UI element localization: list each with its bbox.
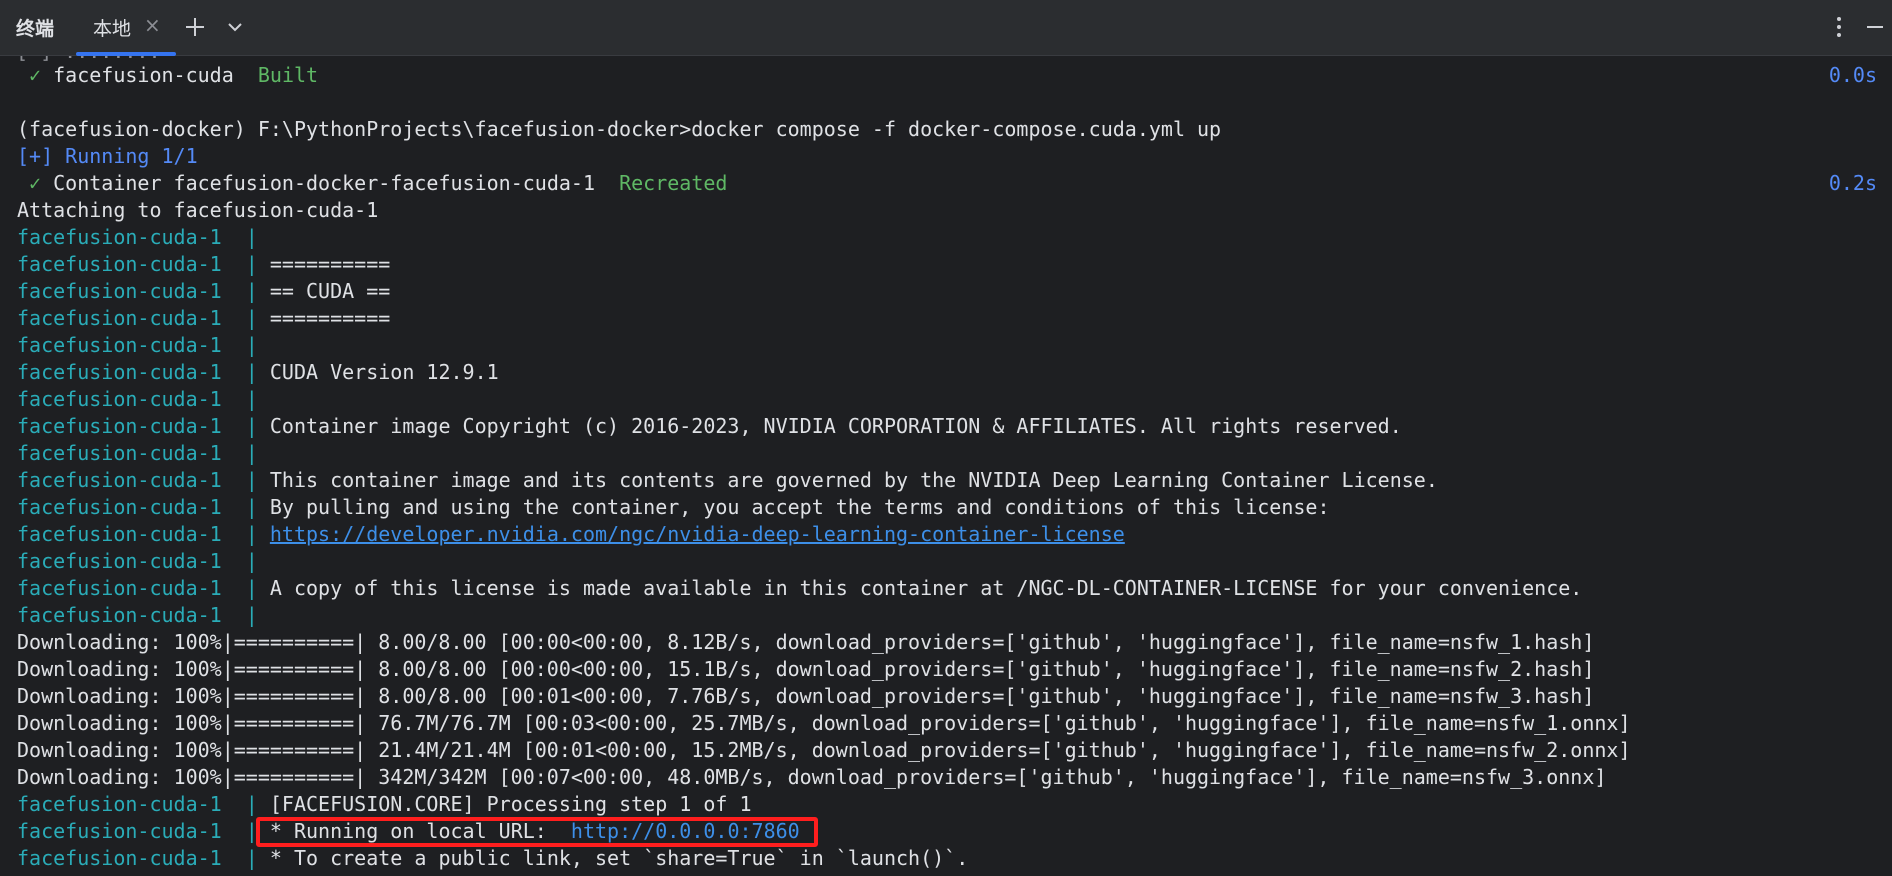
- container-name: Container facefusion-docker-facefusion-c…: [53, 171, 595, 195]
- log-prefix: facefusion-cuda-1 |: [17, 576, 270, 600]
- download-line: Downloading: 100%|==========| 8.00/8.00 …: [17, 684, 1595, 708]
- download-line: Downloading: 100%|==========| 21.4M/21.4…: [17, 738, 1631, 762]
- log-line: facefusion-cuda-1 | ==========: [17, 251, 1877, 278]
- log-line: facefusion-cuda-1 |: [17, 332, 1877, 359]
- log-prefix: facefusion-cuda-1 |: [17, 414, 270, 438]
- log-text: CUDA Version 12.9.1: [269, 360, 499, 384]
- log-line: facefusion-cuda-1 | https://developer.nv…: [17, 521, 1877, 548]
- log-line: facefusion-cuda-1 |: [17, 386, 1877, 413]
- new-tab-button[interactable]: [178, 10, 212, 44]
- download-line: Downloading: 100%|==========| 8.00/8.00 …: [17, 657, 1595, 681]
- log-text: A copy of this license is made available…: [269, 576, 1583, 600]
- log-text: [FACEFUSION.CORE] Processing step 1 of 1: [269, 792, 752, 816]
- log-prefix: facefusion-cuda-1 |: [17, 846, 270, 870]
- options-menu-button[interactable]: [1822, 10, 1856, 44]
- status-built: Built: [257, 63, 319, 87]
- log-text: == CUDA ==: [269, 279, 391, 303]
- log-text: ==========: [269, 306, 391, 330]
- built-line: ✓ facefusion-cuda Built 0.0s: [17, 62, 1877, 89]
- log-prefix: facefusion-cuda-1 |: [17, 468, 270, 492]
- duration: 0.2s: [1828, 171, 1877, 195]
- status-recreated: Recreated: [619, 171, 728, 195]
- log-prefix: facefusion-cuda-1 |: [17, 252, 270, 276]
- download-line: Downloading: 100%|==========| 342M/342M …: [17, 765, 1607, 789]
- log-text: * Running on local URL:: [269, 819, 571, 843]
- tab-local[interactable]: 本地 ×: [76, 0, 176, 56]
- tab-dropdown-button[interactable]: [218, 10, 252, 44]
- close-icon[interactable]: ×: [144, 13, 161, 37]
- terminal-lines: ✓ facefusion-cuda Built 0.0s (facefusion-…: [17, 62, 1877, 872]
- service-name: facefusion-cuda: [53, 63, 234, 87]
- log-line: facefusion-cuda-1 | [FACEFUSION.CORE] Pr…: [17, 791, 1877, 818]
- log-prefix: facefusion-cuda-1 |: [17, 522, 270, 546]
- log-prefix: facefusion-cuda-1 |: [17, 279, 270, 303]
- log-prefix: facefusion-cuda-1 |: [17, 603, 270, 627]
- log-prefix: facefusion-cuda-1 |: [17, 792, 270, 816]
- log-prefix: facefusion-cuda-1 |: [17, 441, 270, 465]
- check-icon: ✓: [29, 171, 42, 195]
- download-line: Downloading: 100%|==========| 8.00/8.00 …: [17, 630, 1595, 654]
- log-line: facefusion-cuda-1 | By pulling and using…: [17, 494, 1877, 521]
- minimize-icon: [1867, 26, 1883, 28]
- license-link[interactable]: https://developer.nvidia.com/ngc/nvidia-…: [270, 522, 1125, 546]
- local-url-line: facefusion-cuda-1 | * Running on local U…: [17, 818, 1877, 845]
- terminal-toolwindow-header: 终端 本地 ×: [0, 0, 1892, 56]
- minimize-button[interactable]: [1858, 10, 1892, 44]
- terminal-output[interactable]: [ ] ........ ✓ facefusion-cuda Built0.0s…: [0, 56, 1892, 876]
- log-text: * To create a public link, set `share=Tr…: [269, 846, 969, 870]
- more-vertical-icon: [1837, 17, 1841, 37]
- plus-icon: [186, 18, 204, 36]
- running-status: [+] Running 1/1: [17, 144, 198, 168]
- log-prefix: facefusion-cuda-1 |: [17, 225, 270, 249]
- check-icon: ✓: [29, 63, 42, 87]
- log-line: facefusion-cuda-1 | * To create a public…: [17, 845, 1877, 872]
- download-line: Downloading: 100%|==========| 76.7M/76.7…: [17, 711, 1631, 735]
- log-text: This container image and its contents ar…: [269, 468, 1438, 492]
- recreated-line: ✓ Container facefusion-docker-facefusion…: [17, 170, 1877, 197]
- log-prefix: facefusion-cuda-1 |: [17, 819, 270, 843]
- log-prefix: facefusion-cuda-1 |: [17, 360, 270, 384]
- log-prefix: facefusion-cuda-1 |: [17, 549, 270, 573]
- log-line: facefusion-cuda-1 | ==========: [17, 305, 1877, 332]
- log-prefix: facefusion-cuda-1 |: [17, 387, 270, 411]
- log-line: facefusion-cuda-1 | CUDA Version 12.9.1: [17, 359, 1877, 386]
- chevron-down-icon: [228, 23, 242, 32]
- log-line: facefusion-cuda-1 |: [17, 548, 1877, 575]
- log-line: facefusion-cuda-1 | This container image…: [17, 467, 1877, 494]
- log-text: ==========: [269, 252, 391, 276]
- log-line: facefusion-cuda-1 | Container image Copy…: [17, 413, 1877, 440]
- log-line: facefusion-cuda-1 |: [17, 602, 1877, 629]
- log-line: facefusion-cuda-1 |: [17, 224, 1877, 251]
- log-prefix: facefusion-cuda-1 |: [17, 306, 270, 330]
- log-prefix: facefusion-cuda-1 |: [17, 333, 270, 357]
- log-line: facefusion-cuda-1 |: [17, 440, 1877, 467]
- log-text: Container image Copyright (c) 2016-2023,…: [269, 414, 1402, 438]
- log-line: facefusion-cuda-1 | == CUDA ==: [17, 278, 1877, 305]
- panel-title: 终端: [16, 18, 55, 40]
- local-url-link[interactable]: http://0.0.0.0:7860: [571, 819, 800, 843]
- duration: 0.0s: [1828, 63, 1877, 87]
- log-line: facefusion-cuda-1 | A copy of this licen…: [17, 575, 1877, 602]
- command-line: (facefusion-docker) F:\PythonProjects\fa…: [17, 117, 1222, 141]
- log-text: By pulling and using the container, you …: [269, 495, 1330, 519]
- tab-label: 本地: [93, 18, 132, 40]
- log-prefix: facefusion-cuda-1 |: [17, 495, 270, 519]
- attaching-line: Attaching to facefusion-cuda-1: [17, 198, 379, 222]
